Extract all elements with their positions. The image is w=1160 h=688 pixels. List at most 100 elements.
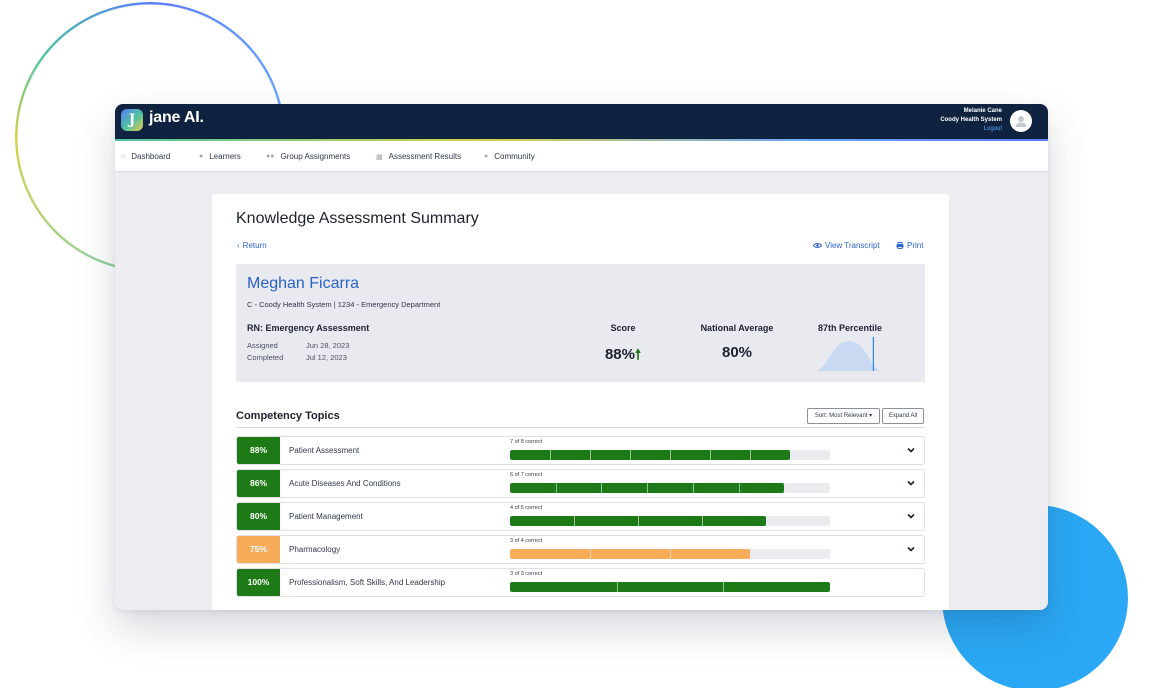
user-info: Melanie Cane Coody Health System Logout xyxy=(940,107,1002,134)
chevron-down-icon[interactable] xyxy=(906,445,916,455)
progress-track xyxy=(510,549,830,559)
progress-fill xyxy=(510,450,790,460)
print-label: Print xyxy=(907,241,924,250)
progress-segment-divider xyxy=(710,450,711,460)
app-logo-text[interactable]: jane AI. xyxy=(149,109,204,127)
progress-segment-divider xyxy=(702,516,703,526)
nav-item-assessment-results[interactable]: ▩ Assessment Results xyxy=(376,152,461,161)
learner-name[interactable]: Meghan Ficarra xyxy=(247,275,359,293)
nav-label: Learners xyxy=(209,152,241,161)
progress-track xyxy=(510,582,830,592)
nav-item-community[interactable]: ● Community xyxy=(484,152,535,161)
progress-segment-divider xyxy=(670,549,671,559)
topic-row[interactable]: 100% Professionalism, Soft Skills, And Le… xyxy=(236,568,925,597)
summary-card: Knowledge Assessment Summary ‹ Return Vi… xyxy=(212,194,949,610)
jane-logo-icon[interactable]: J xyxy=(121,109,143,131)
sort-label: Sort: Most Relevant xyxy=(814,413,868,419)
caret-down-icon: ▾ xyxy=(867,413,873,419)
progress-segment-divider xyxy=(616,582,618,592)
print-link[interactable]: Print xyxy=(896,241,923,250)
nav-label: Group Assignments xyxy=(280,152,351,161)
expand-all-button[interactable]: Expand All xyxy=(882,408,924,424)
national-average-label: National Average xyxy=(700,323,774,333)
sort-dropdown[interactable]: Sort: Most Relevant ▾ xyxy=(807,408,880,424)
nav-label: Dashboard xyxy=(131,152,171,161)
nav-item-dashboard[interactable]: ⌂ Dashboard xyxy=(121,152,170,161)
chevron-left-icon: ‹ xyxy=(237,241,240,250)
chat-icon: ● xyxy=(484,153,489,160)
chevron-down-icon[interactable] xyxy=(906,511,916,521)
logout-link[interactable]: Logout xyxy=(940,125,1002,134)
arrow-up-icon: 🠕 xyxy=(635,346,642,362)
distribution-area xyxy=(816,341,882,371)
progress-fill xyxy=(510,549,750,559)
progress-segment-divider xyxy=(555,483,557,493)
top-bar: J jane AI. Melanie Cane Coody Health Sys… xyxy=(115,104,1048,140)
nav-label: Community xyxy=(494,152,535,161)
topic-name: Pharmacology xyxy=(289,545,341,554)
progress-segment-divider xyxy=(590,450,591,460)
score-number: 88% xyxy=(604,346,635,363)
progress-segment-divider xyxy=(670,450,671,460)
chevron-down-icon[interactable] xyxy=(906,478,916,488)
topic-row[interactable]: 86% Acute Diseases And Conditions 6 of 7 c… xyxy=(236,469,925,498)
learner-org: C - Coody Health System | 1234 - Emergen… xyxy=(247,300,441,309)
topic-name: Patient Assessment xyxy=(289,446,360,455)
chevron-down-icon[interactable] xyxy=(906,544,916,554)
group-icon: ●● xyxy=(266,153,275,160)
nav-item-learners[interactable]: ● Learners xyxy=(199,152,241,161)
topic-score-badge: 80% xyxy=(237,503,280,530)
nav-label: Assessment Results xyxy=(388,152,462,161)
correct-count-label: 4 of 5 correct xyxy=(510,505,543,511)
progress-segment-divider xyxy=(723,582,725,592)
topic-row[interactable]: 88% Patient Assessment 7 of 8 correct xyxy=(236,436,925,465)
avatar[interactable] xyxy=(1010,110,1032,132)
person-icon: ● xyxy=(199,153,204,160)
user-silhouette-icon xyxy=(1015,116,1027,127)
page-title: Knowledge Assessment Summary xyxy=(236,210,479,227)
progress-segment-divider xyxy=(750,450,751,460)
topic-score-badge: 100% xyxy=(237,569,280,596)
competency-topics-title: Competency Topics xyxy=(236,410,340,422)
progress-segment-divider xyxy=(638,516,639,526)
correct-count-label: 3 of 4 correct xyxy=(510,538,543,544)
progress-segment-divider xyxy=(630,450,631,460)
eye-icon xyxy=(813,243,822,248)
correct-count-label: 3 of 3 correct xyxy=(510,571,543,577)
progress-segment-divider xyxy=(574,516,575,526)
progress-segment-divider xyxy=(738,483,740,493)
view-transcript-link[interactable]: View Transcript xyxy=(813,241,880,250)
correct-count-label: 7 of 8 correct xyxy=(510,439,543,445)
user-org: Coody Health System xyxy=(940,117,1002,123)
section-divider xyxy=(236,427,925,428)
topic-name: Patient Management xyxy=(289,512,363,521)
assessment-title: RN: Emergency Assessment xyxy=(247,323,370,333)
percentile-curve xyxy=(816,337,882,371)
nav-item-group-assignments[interactable]: ●● Group Assignments xyxy=(266,152,350,161)
topic-score-badge: 75% xyxy=(237,536,280,563)
progress-segment-divider xyxy=(601,483,603,493)
topic-name: Professionalism, Soft Skills, And Leader… xyxy=(289,578,446,587)
progress-track xyxy=(510,483,830,493)
topic-score-badge: 86% xyxy=(237,470,280,497)
topic-row[interactable]: 75% Pharmacology 3 of 4 correct xyxy=(236,535,925,564)
chart-icon: ▩ xyxy=(376,153,383,161)
progress-track xyxy=(510,516,830,526)
assessment-summary-panel: Meghan Ficarra C - Coody Health System |… xyxy=(236,264,925,382)
progress-segment-divider xyxy=(692,483,694,493)
percentile-label: 87th Percentile xyxy=(817,323,883,333)
return-label: Return xyxy=(242,241,267,250)
progress-segment-divider xyxy=(550,450,551,460)
return-link[interactable]: ‹ Return xyxy=(237,241,267,250)
view-transcript-label: View Transcript xyxy=(825,241,880,250)
national-average-value: 80% xyxy=(721,344,753,361)
topic-row[interactable]: 80% Patient Management 4 of 5 correct xyxy=(236,502,925,531)
progress-fill xyxy=(510,582,830,592)
main-nav: ⌂ Dashboard ● Learners ●● Group Assignme… xyxy=(115,141,1048,172)
user-name: Melanie Cane xyxy=(963,108,1002,114)
printer-icon xyxy=(896,242,904,249)
completed-date: Jul 12, 2023 xyxy=(306,353,347,362)
topic-score-badge: 88% xyxy=(237,437,280,464)
correct-count-label: 6 of 7 correct xyxy=(510,472,543,478)
assigned-label: Assigned xyxy=(247,341,278,350)
